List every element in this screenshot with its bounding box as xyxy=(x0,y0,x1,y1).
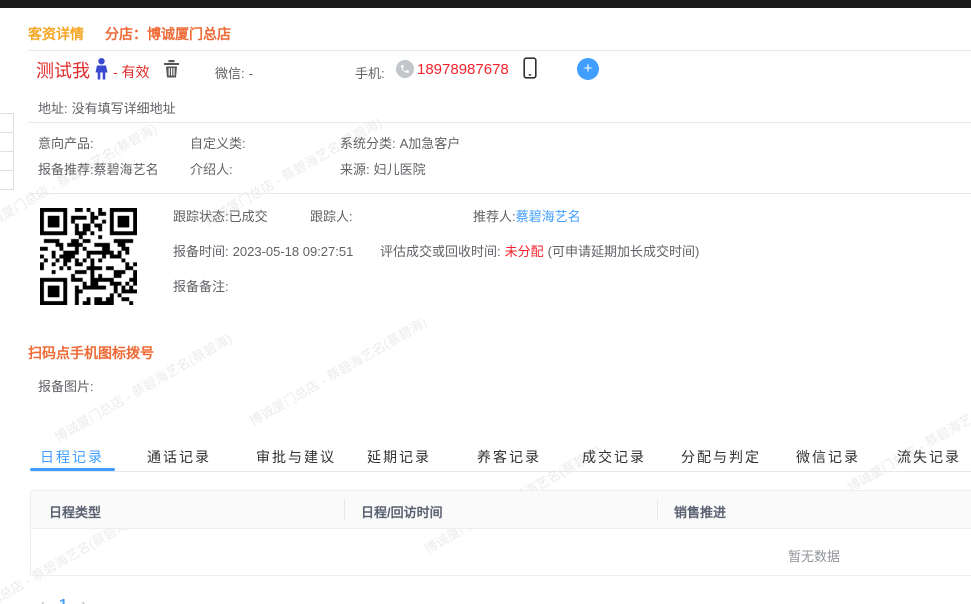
customer-name: 测试我 xyxy=(36,61,90,81)
report-time-label: 报备时间: xyxy=(173,244,229,259)
column-separator xyxy=(657,499,658,521)
evaluation-value: 未分配 xyxy=(504,244,544,259)
tab-approval-suggestions[interactable]: 审批与建议 xyxy=(256,447,336,467)
track-status-label: 跟踪状态: xyxy=(173,209,229,224)
add-button[interactable]: + xyxy=(577,58,599,80)
phone-call-icon[interactable] xyxy=(396,60,414,78)
person-icon xyxy=(95,58,108,80)
wechat-value: - xyxy=(248,66,253,81)
plus-icon: + xyxy=(583,60,593,77)
tab-bottom-border xyxy=(30,471,971,472)
schedule-table: 日程类型 日程/回访时间 销售推进 暂无数据 xyxy=(30,490,971,576)
next-page-icon[interactable]: › xyxy=(81,596,86,604)
tracker-label: 跟踪人: xyxy=(310,209,353,224)
qr-code xyxy=(40,208,137,305)
column-header-schedule-type: 日程类型 xyxy=(49,505,102,520)
custom-category-label: 自定义类: xyxy=(190,136,246,151)
track-status-field: 跟踪状态:已成交 xyxy=(173,206,268,225)
referrer-field: 推荐人:蔡碧海艺名 xyxy=(473,206,581,225)
report-note-label: 报备备注: xyxy=(173,279,229,294)
evaluation-note: (可申请延期加长成交时间) xyxy=(547,244,700,259)
background-table-edge xyxy=(0,113,14,190)
background-table-cell xyxy=(0,152,13,171)
phone-label: 手机: xyxy=(355,66,385,81)
column-header-visit-time: 日程/回访时间 xyxy=(361,505,443,520)
column-header-sales-push: 销售推进 xyxy=(674,505,727,520)
tab-churn-records[interactable]: 流失记录 xyxy=(897,447,961,467)
wechat-label: 微信: xyxy=(215,66,245,81)
column-separator xyxy=(344,499,345,521)
report-referral-label: 报备推荐: xyxy=(38,162,94,177)
top-window-bar xyxy=(0,0,971,8)
system-category-field: 系统分类: A加急客户 xyxy=(340,133,460,152)
phone-number: 18978987678 xyxy=(417,61,509,78)
scan-dial-hint: 扫码点手机图标拨号 xyxy=(28,345,154,361)
divider xyxy=(28,122,971,123)
divider xyxy=(28,193,971,194)
background-table-cell xyxy=(0,133,13,152)
watermark: 博诚厦门总店 - 蔡碧海艺名(蔡碧海) xyxy=(844,380,971,495)
address-field: 地址: 没有填写详细地址 xyxy=(38,98,176,117)
tab-deal-records[interactable]: 成交记录 xyxy=(582,447,646,467)
tab-wechat-records[interactable]: 微信记录 xyxy=(796,447,860,467)
system-category-value: A加急客户 xyxy=(399,136,461,151)
watermark: 博诚厦门总店 - 蔡碧海艺名(蔡碧海) xyxy=(246,314,430,429)
report-referral-field: 报备推荐:蔡碧海艺名 xyxy=(38,159,159,178)
validity-badge: - 有效 xyxy=(113,64,150,80)
customer-detail-page: 博诚厦门总店 - 蔡碧海艺名(蔡碧海) 博诚厦门总店 - 蔡碧海艺名(蔡碧海) … xyxy=(0,0,971,604)
evaluation-label: 评估成交或回收时间: xyxy=(380,244,501,259)
current-page[interactable]: 1 xyxy=(59,596,67,604)
background-table-cell xyxy=(0,171,13,190)
system-category-label: 系统分类: xyxy=(340,136,396,151)
report-time-value: 2023-05-18 09:27:51 xyxy=(232,244,354,259)
trash-icon[interactable] xyxy=(163,59,180,78)
intent-product-label: 意向产品: xyxy=(38,136,94,151)
tab-schedule-records[interactable]: 日程记录 xyxy=(40,447,104,467)
track-status-value: 已成交 xyxy=(228,209,268,224)
divider xyxy=(28,50,971,51)
tab-call-records[interactable]: 通话记录 xyxy=(147,447,211,467)
referrer-label: 推荐人: xyxy=(473,209,516,224)
address-label: 地址: xyxy=(38,101,68,116)
background-table-cell xyxy=(0,114,13,133)
tab-nurture-records[interactable]: 养客记录 xyxy=(477,447,541,467)
introducer-label: 介绍人: xyxy=(190,162,233,177)
prev-page-icon[interactable]: ‹ xyxy=(40,596,45,604)
empty-state-text: 暂无数据 xyxy=(788,549,841,564)
page-title: 客资详情 xyxy=(28,26,84,42)
schedule-table-header: 日程类型 日程/回访时间 销售推进 xyxy=(31,491,971,529)
source-field: 来源: 妇儿医院 xyxy=(340,159,426,178)
tab-delay-records[interactable]: 延期记录 xyxy=(367,447,431,467)
source-value: 妇儿医院 xyxy=(373,162,426,177)
branch-label: 分店：博诚厦门总店 xyxy=(105,26,231,42)
evaluation-field: 评估成交或回收时间: 未分配 (可申请延期加长成交时间) xyxy=(380,241,699,260)
report-time-field: 报备时间: 2023-05-18 09:27:51 xyxy=(173,241,353,260)
source-label: 来源: xyxy=(340,162,370,177)
address-value: 没有填写详细地址 xyxy=(71,101,176,116)
tab-assignment-judgement[interactable]: 分配与判定 xyxy=(681,447,761,467)
report-image-label: 报备图片: xyxy=(38,379,94,394)
referrer-link[interactable]: 蔡碧海艺名 xyxy=(516,209,581,224)
pagination: ‹ 1 › xyxy=(40,596,86,604)
wechat-field: 微信: - xyxy=(215,63,253,82)
report-referral-value: 蔡碧海艺名 xyxy=(93,162,159,177)
mobile-phone-icon[interactable] xyxy=(523,57,537,79)
